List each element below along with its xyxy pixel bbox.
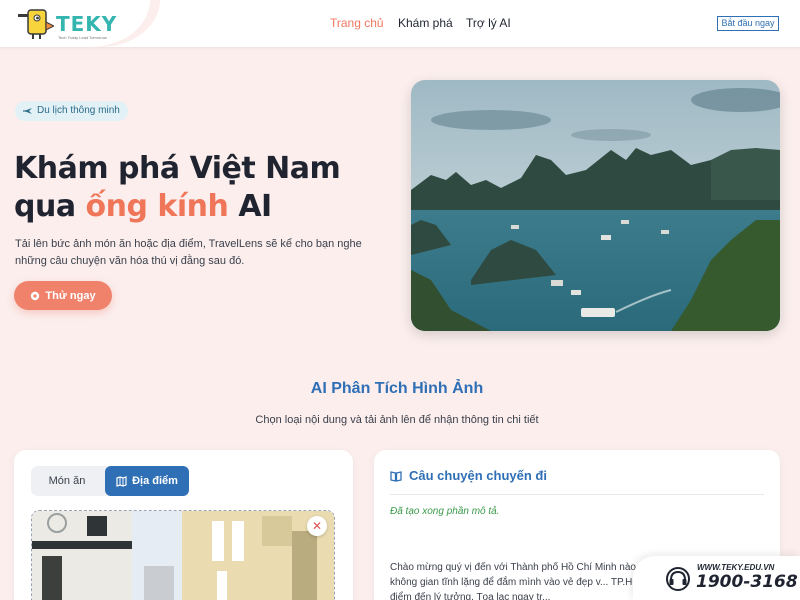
nav-ai-assistant-link[interactable]: Trợ lý AI <box>466 16 511 30</box>
tab-food[interactable]: Món ăn <box>31 466 103 496</box>
tab-place[interactable]: Địa điểm <box>105 466 189 496</box>
start-now-button[interactable]: Bắt đầu ngay <box>717 16 779 31</box>
logo-area: TEKY Tech Today Lead Tomorrow <box>0 0 160 47</box>
hero-description: Tải lên bức ảnh món ăn hoặc địa điểm, Tr… <box>15 238 362 267</box>
logo-container[interactable]: TEKY Tech Today Lead Tomorrow <box>0 0 150 47</box>
hotline-website[interactable]: WWW.TEKY.EDU.VN <box>697 563 774 572</box>
story-header: Câu chuyện chuyến đi <box>390 468 547 483</box>
tab-place-label: Địa điểm <box>132 475 178 487</box>
upload-card: Món ăn Địa điểm ✕ <box>14 450 353 600</box>
hero-title: Khám phá Việt Nam qua ống kính AI <box>14 150 394 226</box>
content-type-tabs: Món ăn Địa điểm <box>31 466 189 496</box>
hotline-phone-number[interactable]: 1900-3168 <box>696 572 798 592</box>
teky-bird-logo-icon <box>18 9 54 39</box>
section-subtitle: Chọn loại nội dung và tải ảnh lên để nhậ… <box>255 414 539 426</box>
story-status-message: Đã tạo xong phần mô tả. <box>390 506 500 517</box>
remove-image-button[interactable]: ✕ <box>307 516 327 536</box>
nav-explore-link[interactable]: Khám phá <box>398 16 453 30</box>
logo-tagline: Tech Today Lead Tomorrow <box>58 35 107 40</box>
sparkle-icon <box>31 291 40 300</box>
story-divider <box>390 494 764 495</box>
city-building-photo <box>32 511 334 600</box>
section-title: AI Phân Tích Hình Ảnh <box>310 380 484 397</box>
try-now-button[interactable]: Thử ngay <box>14 281 112 310</box>
logo-wordmark: TEKY <box>56 12 118 36</box>
hero-title-prefix: qua <box>14 189 86 224</box>
hero-title-highlight: ống kính <box>85 189 229 224</box>
uploaded-image-preview <box>31 510 335 600</box>
hero-title-line2: qua ống kính AI <box>14 188 394 226</box>
book-icon <box>390 470 402 482</box>
headset-support-icon <box>666 567 690 591</box>
badge-label: Du lịch thông minh <box>37 105 120 116</box>
top-header: TEKY Tech Today Lead Tomorrow Trang chủ … <box>0 0 800 47</box>
try-now-label: Thử ngay <box>45 289 96 302</box>
smart-travel-badge: Du lịch thông minh <box>15 101 128 121</box>
ha-long-bay-photo <box>411 80 780 331</box>
airplane-icon <box>23 108 32 114</box>
nav-home-link[interactable]: Trang chủ <box>330 16 384 30</box>
hero-title-line1: Khám phá Việt Nam <box>14 151 341 186</box>
hero-title-suffix: AI <box>228 189 272 224</box>
story-title: Câu chuyện chuyến đi <box>409 468 547 483</box>
ha-long-bay-illustration <box>411 80 780 331</box>
map-icon <box>116 475 127 487</box>
